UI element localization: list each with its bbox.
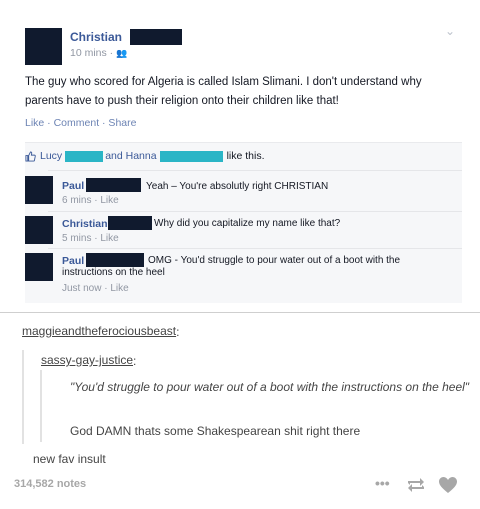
username-colon: sassy-gay-justice: (133, 354, 137, 368)
divider (48, 170, 462, 171)
comment-meta[interactable]: 5 mins · Like (62, 233, 119, 244)
likes-summary: Lucy and Hanna like this. (25, 150, 265, 162)
more-icon[interactable]: ••• (375, 475, 390, 491)
comment-text: Yeah – You're absolutly right CHRISTIAN (146, 181, 329, 192)
post-actions[interactable]: Like · Comment · Share (25, 117, 136, 129)
username-colon: maggieandtheferociousbeast: (176, 325, 180, 339)
likes-suffix: like this. (226, 150, 265, 162)
commenter-avatar[interactable] (25, 253, 53, 281)
post-author[interactable]: Christian (70, 30, 122, 44)
comment-meta[interactable]: 6 mins · Like (62, 195, 119, 206)
friends-icon: 👥 (116, 48, 128, 58)
redacted-name (159, 150, 223, 162)
quote-indent-bar (40, 370, 42, 442)
reply-text: new fav insult (33, 452, 106, 466)
post-timestamp: 10 mins · 👥 (70, 47, 127, 59)
reply-text: God DAMN thats some Shakespearean shit r… (70, 424, 361, 438)
divider (48, 248, 462, 249)
comment-text: Why did you capitalize my name like that… (154, 218, 341, 229)
comment-author[interactable]: Christian (62, 218, 108, 230)
redacted-name (108, 216, 152, 230)
comment-meta[interactable]: Just now · Like (62, 283, 129, 294)
commenter-avatar[interactable] (25, 216, 53, 244)
redacted-name (130, 29, 182, 45)
redacted-name (86, 178, 141, 192)
heart-icon[interactable] (438, 476, 458, 494)
like-name-1[interactable]: Lucy (40, 150, 62, 162)
like-name-2[interactable]: and Hanna (105, 150, 156, 162)
quote-text: "You'd struggle to pour water out of a b… (70, 380, 470, 394)
commenter-avatar[interactable] (25, 176, 53, 204)
reblog-indent-bar (22, 350, 24, 444)
redacted-name (65, 150, 104, 162)
author-avatar[interactable] (25, 28, 62, 65)
facebook-post: Christian 10 mins · 👥 ⌄ The guy who scor… (0, 0, 480, 313)
divider (48, 211, 462, 212)
notes-count[interactable]: 314,582 notes (14, 478, 86, 490)
timestamp-text: 10 mins · (70, 47, 114, 59)
post-text: The guy who scored for Algeria is called… (25, 76, 422, 107)
reblog-icon[interactable] (405, 477, 427, 493)
thumbs-up-icon (25, 150, 36, 162)
comment-text: OMG - You'd struggle to pour water out o… (62, 255, 401, 278)
chevron-down-icon[interactable]: ⌄ (445, 24, 455, 38)
comment-author[interactable]: Paul (62, 180, 84, 192)
